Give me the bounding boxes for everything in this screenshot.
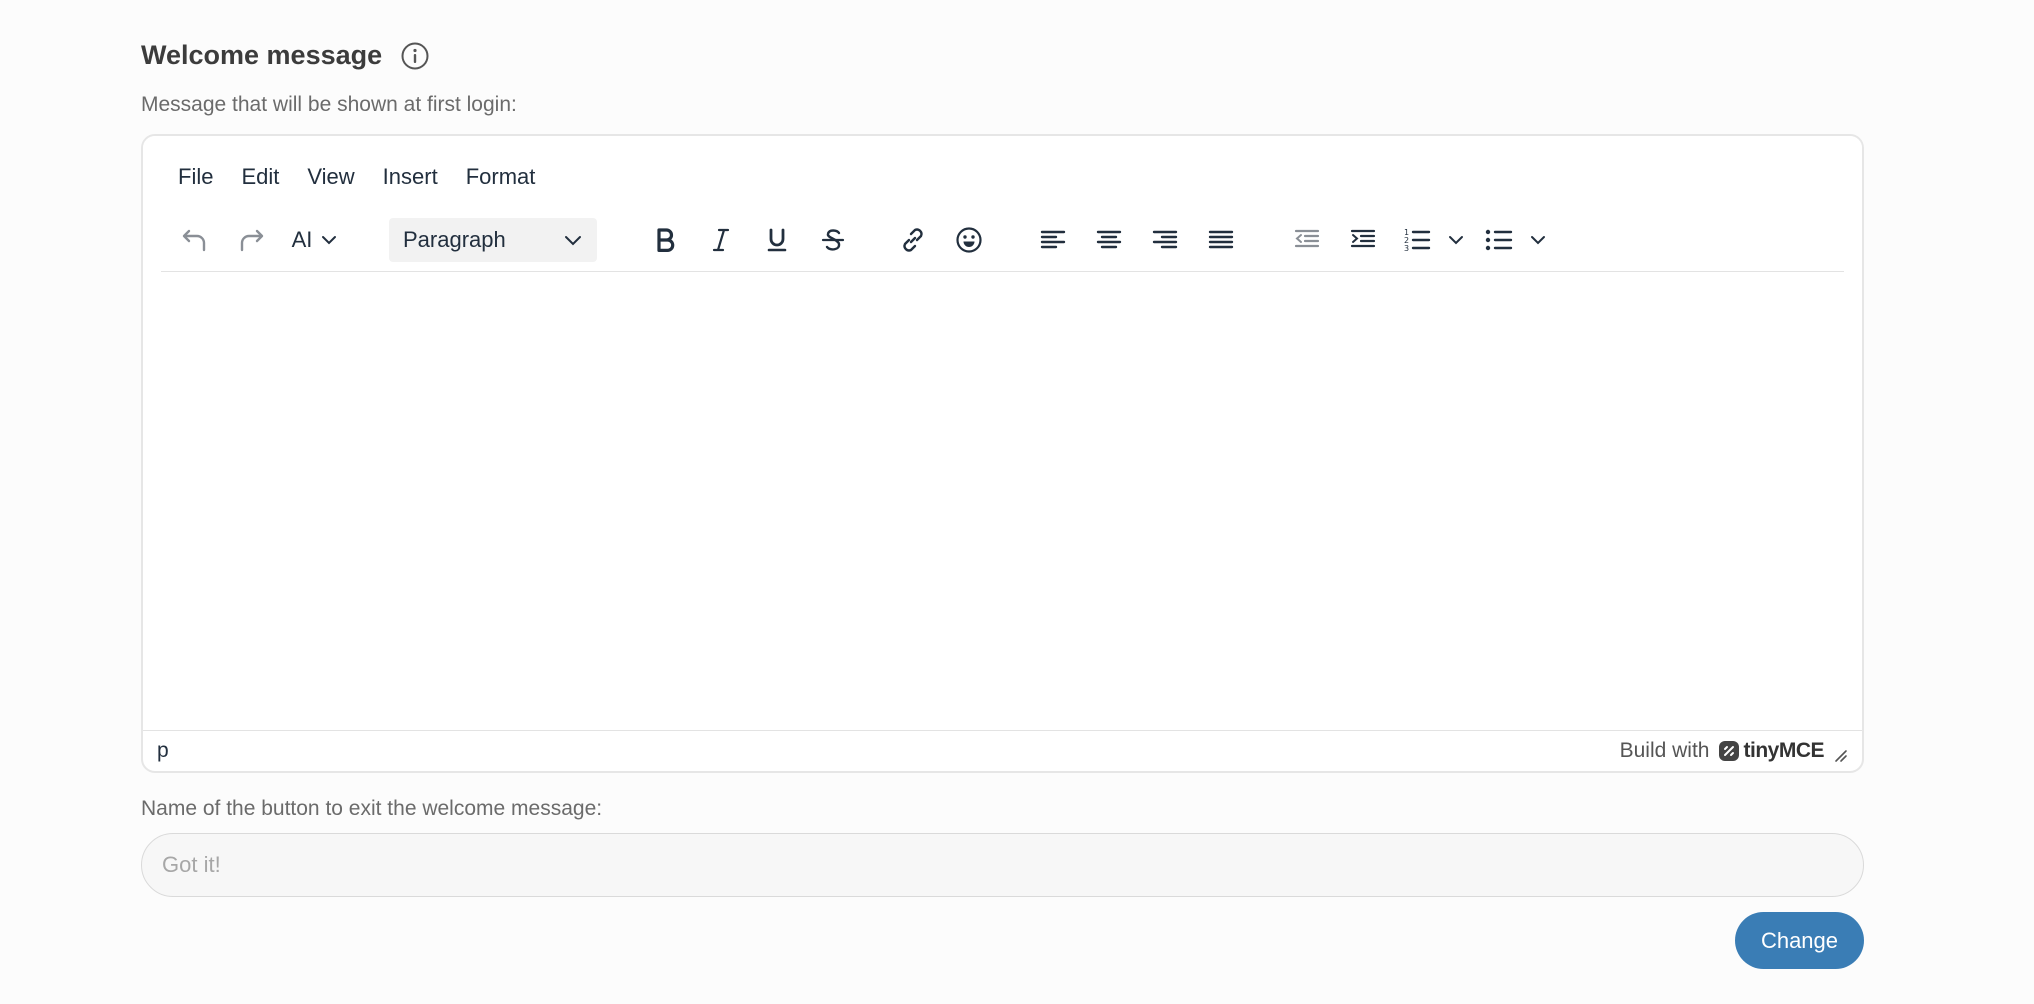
info-icon[interactable] xyxy=(400,41,430,71)
outdent-icon xyxy=(1294,229,1320,248)
chevron-down-icon xyxy=(565,236,581,246)
chevron-down-icon xyxy=(1531,236,1545,245)
editor-label: Message that will be shown at first logi… xyxy=(141,93,517,116)
insert-link-button[interactable] xyxy=(891,218,935,262)
emoji-button[interactable] xyxy=(947,218,991,262)
underline-icon xyxy=(767,228,787,252)
editor-content-area[interactable] xyxy=(143,278,1862,732)
underline-button[interactable] xyxy=(755,218,799,262)
align-right-icon xyxy=(1152,230,1178,249)
menu-format[interactable]: Format xyxy=(466,164,536,190)
menu-view[interactable]: View xyxy=(307,164,354,190)
ai-label: AI xyxy=(291,227,313,252)
chevron-down-icon xyxy=(322,236,337,245)
svg-text:3: 3 xyxy=(1404,244,1409,253)
strikethrough-button[interactable] xyxy=(811,218,855,262)
menu-edit[interactable]: Edit xyxy=(241,164,279,190)
outdent-button[interactable] xyxy=(1285,218,1329,262)
brand-name: tinyMCE xyxy=(1743,739,1825,762)
chevron-down-icon xyxy=(1449,236,1463,245)
undo-icon xyxy=(182,229,206,252)
rich-text-editor: File Edit View Insert Format AI Paragrap… xyxy=(141,134,1864,773)
align-right-button[interactable] xyxy=(1143,218,1187,262)
bold-button[interactable] xyxy=(643,218,687,262)
editor-menubar: File Edit View Insert Format xyxy=(178,164,563,190)
block-format-value: Paragraph xyxy=(403,227,506,252)
align-left-button[interactable] xyxy=(1031,218,1075,262)
bold-icon xyxy=(657,228,675,252)
italic-button[interactable] xyxy=(699,218,743,262)
undo-button[interactable] xyxy=(175,218,215,262)
ai-assistant-button[interactable]: AI xyxy=(285,218,345,262)
redo-button[interactable] xyxy=(231,218,271,262)
resize-handle-icon[interactable] xyxy=(1832,747,1848,763)
change-button[interactable]: Change xyxy=(1735,912,1864,969)
editor-statusbar: p Build with tinyMCE xyxy=(143,730,1862,771)
editor-toolbar: AI Paragraph 1 2 3 xyxy=(161,210,1844,272)
bullet-list-icon xyxy=(1485,229,1513,251)
link-icon xyxy=(903,228,923,252)
align-center-button[interactable] xyxy=(1087,218,1131,262)
section-header: Welcome message xyxy=(141,40,430,71)
align-justify-icon xyxy=(1208,230,1234,249)
bullet-list-button[interactable] xyxy=(1477,218,1553,262)
strikethrough-icon xyxy=(821,229,845,251)
numbered-list-icon: 1 2 3 xyxy=(1404,228,1431,253)
menu-file[interactable]: File xyxy=(178,164,213,190)
tinymce-logo-icon xyxy=(1718,741,1739,761)
element-path[interactable]: p xyxy=(157,739,169,763)
editor-branding[interactable]: Build with tinyMCE xyxy=(1620,739,1848,763)
italic-icon xyxy=(712,228,730,252)
indent-button[interactable] xyxy=(1341,218,1385,262)
editor-header: File Edit View Insert Format AI Paragrap… xyxy=(143,136,1862,278)
align-justify-button[interactable] xyxy=(1199,218,1243,262)
section-title: Welcome message xyxy=(141,40,383,70)
align-left-icon xyxy=(1040,230,1066,249)
menu-insert[interactable]: Insert xyxy=(383,164,438,190)
indent-icon xyxy=(1350,229,1376,248)
align-center-icon xyxy=(1096,230,1122,249)
button-name-input[interactable] xyxy=(141,833,1864,897)
emoji-icon xyxy=(956,227,982,253)
redo-icon xyxy=(240,229,264,252)
numbered-list-button[interactable]: 1 2 3 xyxy=(1395,218,1471,262)
build-with-text: Build with xyxy=(1619,739,1710,762)
button-name-label: Name of the button to exit the welcome m… xyxy=(141,797,603,820)
block-format-select[interactable]: Paragraph xyxy=(389,218,597,262)
